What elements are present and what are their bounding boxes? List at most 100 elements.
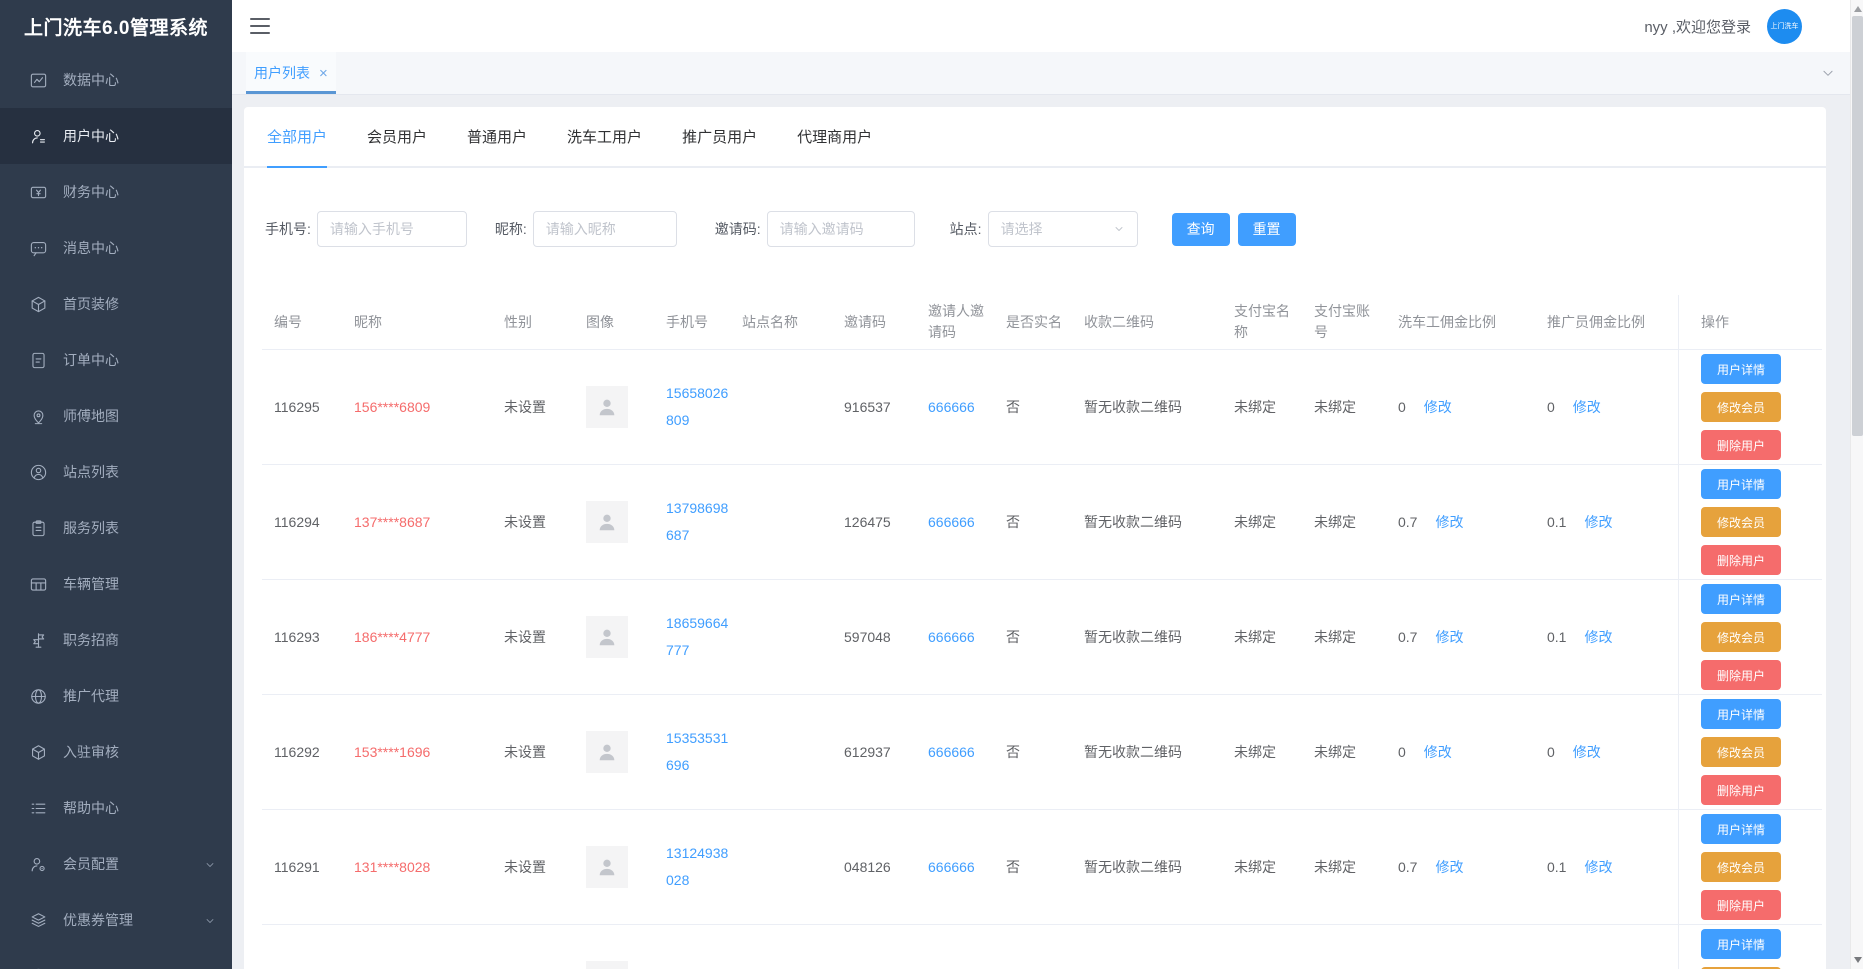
user-detail-button[interactable]: 用户详情 [1701,469,1781,499]
sidebar-item-finance-center[interactable]: 财务中心 [0,164,232,220]
nickname-filter-input[interactable] [533,211,677,247]
tab-promoter-users[interactable]: 推广员用户 [682,107,757,166]
user-detail-button[interactable]: 用户详情 [1701,699,1781,729]
delete-user-button[interactable]: 删除用户 [1701,545,1781,575]
user-avatar[interactable]: 上门洗车 [1767,9,1802,44]
search-button[interactable]: 查询 [1172,213,1230,246]
promoter-rate-edit-link[interactable]: 修改 [1584,512,1612,533]
avatar-placeholder-icon [586,386,628,428]
sidebar-item-site-list[interactable]: 站点列表 [0,444,232,500]
tab-user-list[interactable]: 用户列表 × [246,52,336,94]
table-row: 116294 137****8687 未设置 13798698687 12647… [262,465,1822,580]
cell-id: 116291 [262,857,342,878]
delete-user-button[interactable]: 删除用户 [1701,660,1781,690]
cell-alipay-name: 未绑定 [1212,627,1292,648]
sidebar-item-promotion-agent[interactable]: 推广代理 [0,668,232,724]
tabbar-chevron-down-icon[interactable] [1820,66,1836,85]
chevron-down-icon [204,858,216,874]
washer-rate-edit-link[interactable]: 修改 [1435,857,1463,878]
layers-icon [29,911,48,930]
sidebar-item-coupon-management[interactable]: 优惠券管理 [0,892,232,948]
cell-gender: 未设置 [492,857,574,878]
route-tab-bar: 用户列表 × [232,52,1850,95]
user-detail-button[interactable]: 用户详情 [1701,814,1781,844]
sidebar-item-entry-review[interactable]: 入驻审核 [0,724,232,780]
cell-realname: 否 [994,627,1062,648]
inviter-code-link[interactable]: 666666 [928,514,975,530]
avatar-placeholder-icon [586,616,628,658]
delete-user-button[interactable]: 删除用户 [1701,775,1781,805]
phone-link[interactable]: 15658026809 [666,385,728,428]
cell-qr: 暂无收款二维码 [1062,512,1212,533]
invite-filter-input[interactable] [767,211,915,247]
cell-id: 116295 [262,397,342,418]
inviter-code-link[interactable]: 666666 [928,629,975,645]
promoter-rate-edit-link[interactable]: 修改 [1573,742,1601,763]
sidebar-item-data-center[interactable]: 数据中心 [0,52,232,108]
tab-washer-users[interactable]: 洗车工用户 [567,107,642,166]
edit-member-button[interactable]: 修改会员 [1701,507,1781,537]
sidebar-item-job-investment[interactable]: 职务招商 [0,612,232,668]
edit-member-button[interactable]: 修改会员 [1701,852,1781,882]
page-scrollbar[interactable] [1850,0,1863,969]
washer-rate-edit-link[interactable]: 修改 [1435,512,1463,533]
promoter-rate-edit-link[interactable]: 修改 [1584,857,1612,878]
tab-member-users[interactable]: 会员用户 [367,107,427,166]
tab-close-icon[interactable]: × [319,65,328,82]
promoter-rate-edit-link[interactable]: 修改 [1584,627,1612,648]
user-detail-button[interactable]: 用户详情 [1701,354,1781,384]
sidebar-item-help-center[interactable]: 帮助中心 [0,780,232,836]
cell-nickname: 131****8028 [342,857,492,878]
delete-user-button[interactable]: 删除用户 [1701,890,1781,920]
edit-member-button[interactable]: 修改会员 [1701,737,1781,767]
cell-alipay-name: 未绑定 [1212,857,1292,878]
sidebar-item-partial[interactable] [0,948,232,969]
cell-invite-code: 126475 [832,512,916,533]
phone-filter-input[interactable] [317,211,467,247]
tab-normal-users[interactable]: 普通用户 [467,107,527,166]
cell-id: 116293 [262,627,342,648]
sidebar-item-vehicle-management[interactable]: 车辆管理 [0,556,232,612]
cell-alipay-account: 未绑定 [1292,857,1372,878]
sidebar-item-master-map[interactable]: 师傅地图 [0,388,232,444]
sidebar-item-label: 服务列表 [63,518,119,538]
phone-link[interactable]: 18659664777 [666,615,728,658]
avatar-placeholder-icon [586,846,628,888]
reset-button[interactable]: 重置 [1238,213,1296,246]
washer-rate-value: 0.7 [1398,512,1417,533]
sidebar-item-label: 职务招商 [63,630,119,650]
sidebar-item-service-list[interactable]: 服务列表 [0,500,232,556]
user-detail-button[interactable]: 用户详情 [1701,584,1781,614]
phone-link[interactable]: 13798698687 [666,500,728,543]
washer-rate-edit-link[interactable]: 修改 [1435,627,1463,648]
phone-link[interactable]: 15353531696 [666,730,728,773]
tab-all-users[interactable]: 全部用户 [267,107,327,166]
scrollbar-up-arrow[interactable] [1854,6,1862,12]
washer-rate-edit-link[interactable]: 修改 [1424,742,1452,763]
phone-link[interactable]: 13124938028 [666,845,728,888]
site-select[interactable]: 请选择 [988,211,1138,247]
cell-gender: 未设置 [492,512,574,533]
hamburger-menu-icon[interactable] [250,18,270,34]
scrollbar-thumb[interactable] [1852,16,1863,436]
user-detail-button[interactable]: 用户详情 [1701,929,1781,959]
edit-member-button[interactable]: 修改会员 [1701,392,1781,422]
sidebar-item-home-decoration[interactable]: 首页装修 [0,276,232,332]
inviter-code-link[interactable]: 666666 [928,744,975,760]
avatar-placeholder-icon [586,961,628,969]
sidebar-item-user-center[interactable]: 用户中心 [0,108,232,164]
inviter-code-link[interactable]: 666666 [928,859,975,875]
header-actions: 操作 [1678,295,1822,349]
sidebar-item-message-center[interactable]: 消息中心 [0,220,232,276]
sidebar-item-member-config[interactable]: 会员配置 [0,836,232,892]
inviter-code-link[interactable]: 666666 [928,399,975,415]
scrollbar-down-arrow[interactable] [1854,957,1862,963]
header-nickname: 昵称 [342,312,492,333]
map-pin-icon [29,407,48,426]
delete-user-button[interactable]: 删除用户 [1701,430,1781,460]
sidebar-item-order-center[interactable]: 订单中心 [0,332,232,388]
washer-rate-edit-link[interactable]: 修改 [1424,397,1452,418]
edit-member-button[interactable]: 修改会员 [1701,622,1781,652]
tab-agent-users[interactable]: 代理商用户 [797,107,872,166]
promoter-rate-edit-link[interactable]: 修改 [1573,397,1601,418]
